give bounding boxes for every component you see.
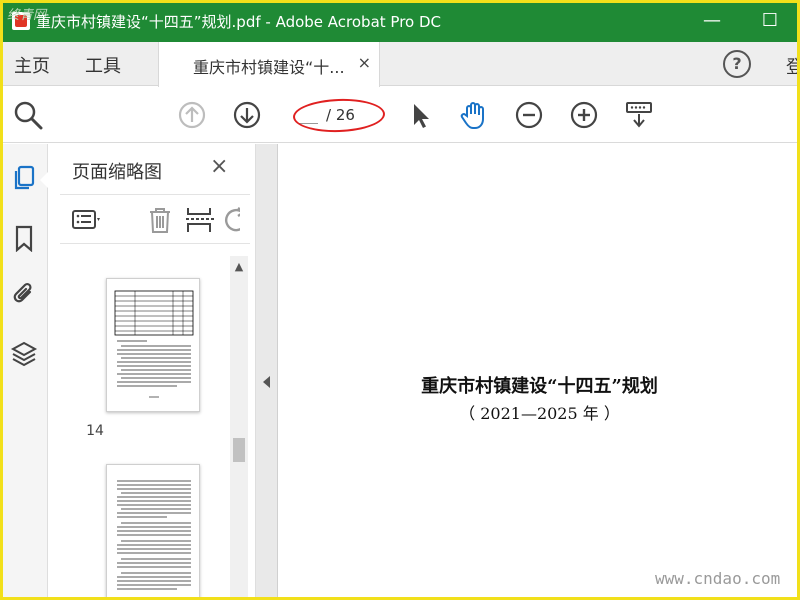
- menu-bar: 主页 工具: [0, 42, 800, 86]
- menu-tools[interactable]: 工具: [85, 52, 121, 78]
- panel-collapse-strip[interactable]: [256, 144, 278, 600]
- sign-in-button[interactable]: 登: [786, 53, 800, 79]
- hand-tool-icon[interactable]: [458, 99, 490, 131]
- layers-icon[interactable]: [10, 340, 38, 368]
- panel-title: 页面缩略图: [72, 162, 162, 183]
- insert-page-icon[interactable]: [184, 204, 216, 236]
- thumbnail-scrollbar[interactable]: ▲: [230, 256, 248, 600]
- rail-active-pointer: [40, 172, 48, 188]
- panel-close-button[interactable]: ×: [210, 154, 228, 179]
- menu-home[interactable]: 主页: [14, 52, 50, 78]
- options-menu-icon[interactable]: [70, 204, 102, 236]
- rotate-icon[interactable]: [220, 204, 240, 236]
- page-thumbnail[interactable]: [106, 278, 200, 412]
- search-icon[interactable]: [12, 99, 44, 131]
- page-up-icon[interactable]: [176, 99, 208, 131]
- zoom-out-icon[interactable]: [513, 99, 545, 131]
- attachment-icon[interactable]: [10, 280, 38, 308]
- document-title: 重庆市村镇建设“十四五”规划: [421, 376, 658, 397]
- collapse-arrow-icon: [263, 376, 270, 388]
- window-title: 重庆市村镇建设“十四五”规划.pdf - Adobe Acrobat Pro D…: [36, 13, 442, 31]
- toolbar: [0, 87, 800, 143]
- document-tab-label: 重庆市村镇建设“十...: [193, 58, 345, 77]
- title-bar: 终青网 重庆市村镇建设“十四五”规划.pdf - Adobe Acrobat P…: [0, 0, 800, 42]
- page-thumbnails-icon[interactable]: [10, 164, 38, 192]
- document-tab[interactable]: 重庆市村镇建设“十... ×: [158, 42, 380, 87]
- page-thumbnails-panel: 页面缩略图 ×: [48, 144, 256, 600]
- document-tab-close-button[interactable]: ×: [358, 53, 371, 72]
- document-view[interactable]: 重庆市村镇建设“十四五”规划 （ 2021—2025 年 ）: [279, 144, 800, 600]
- scroll-up-arrow[interactable]: ▲: [230, 258, 248, 276]
- bookmark-icon[interactable]: [10, 224, 38, 253]
- document-subtitle: （ 2021—2025 年 ）: [459, 404, 620, 423]
- page-down-icon[interactable]: [231, 99, 263, 131]
- scroll-mode-icon[interactable]: [623, 99, 655, 131]
- help-button[interactable]: ?: [723, 50, 751, 78]
- panel-toolbar: [60, 194, 250, 244]
- minimize-button[interactable]: —: [698, 10, 726, 32]
- zoom-in-icon[interactable]: [568, 99, 600, 131]
- page-thumbnail[interactable]: [106, 464, 200, 600]
- maximize-button[interactable]: ☐: [756, 10, 784, 32]
- delete-icon[interactable]: [144, 204, 176, 236]
- select-cursor-icon[interactable]: [404, 99, 436, 131]
- left-navigation-rail: [0, 144, 48, 600]
- watermark: www.cndao.com: [655, 569, 781, 588]
- scrollbar-thumb[interactable]: [233, 438, 245, 462]
- thumbnail-page-number: 14: [86, 423, 104, 439]
